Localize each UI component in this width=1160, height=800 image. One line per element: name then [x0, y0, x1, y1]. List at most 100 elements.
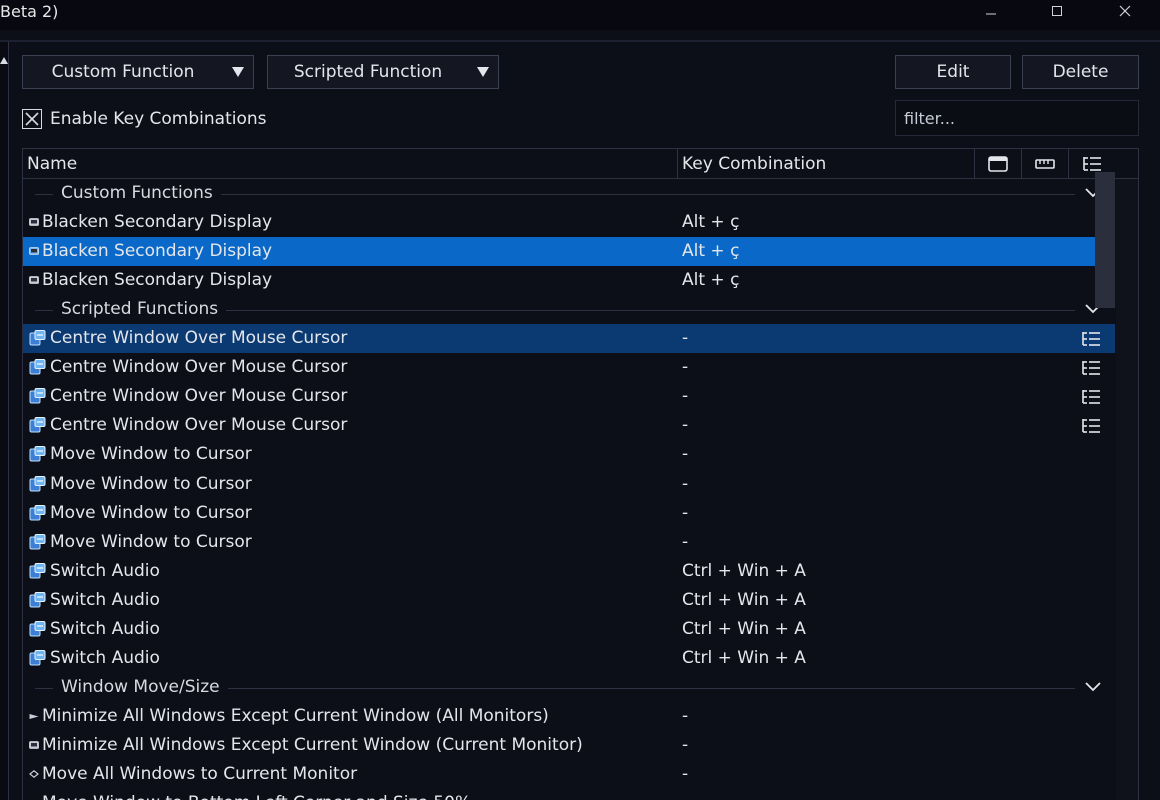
- delete-button[interactable]: Delete: [1022, 55, 1139, 89]
- table-row[interactable]: Minimize All Windows Except Current Wind…: [23, 702, 1115, 731]
- table-row[interactable]: Switch Audio Ctrl + Win + A: [23, 644, 1115, 673]
- display-icon: [29, 247, 39, 255]
- check-x-icon: [25, 112, 39, 126]
- table-row[interactable]: Centre Window Over Mouse Cursor -: [23, 324, 1115, 354]
- function-name: Centre Window Over Mouse Cursor: [50, 357, 348, 378]
- list-tree-icon[interactable]: [1081, 388, 1101, 406]
- group-divider: [35, 310, 53, 312]
- table-row[interactable]: Move Window to Bottom Left Corner and Si…: [23, 789, 1115, 800]
- chevron-down-icon: [223, 67, 253, 77]
- filter-input[interactable]: [895, 100, 1139, 136]
- function-name: Move All Windows to Current Monitor: [42, 764, 358, 784]
- column-header-key-combination[interactable]: Key Combination: [682, 149, 826, 179]
- window-title: Beta 2): [0, 2, 59, 21]
- maximize-button[interactable]: [1034, 0, 1080, 22]
- script-icon: [29, 620, 46, 637]
- table-row[interactable]: Minimize All Windows Except Current Wind…: [23, 731, 1115, 760]
- group-label: Custom Functions: [61, 183, 213, 203]
- key-combination: Alt + ç: [682, 212, 740, 233]
- script-icon: [29, 475, 46, 491]
- key-combination: -: [682, 415, 689, 436]
- key-combination: -: [682, 473, 689, 494]
- function-name: Centre Window Over Mouse Cursor: [50, 415, 348, 436]
- group-divider: [35, 687, 53, 689]
- custom-function-dropdown[interactable]: Custom Function: [22, 55, 254, 89]
- close-button[interactable]: [1102, 0, 1148, 22]
- table-row[interactable]: Blacken Secondary Display Alt + ç: [23, 208, 1115, 237]
- move-icon: [29, 770, 39, 778]
- column-header-name[interactable]: Name: [27, 149, 77, 179]
- ruler-icon: [1035, 159, 1055, 169]
- table-row[interactable]: Blacken Secondary Display Alt + ç: [23, 266, 1115, 295]
- table-row[interactable]: Switch Audio Ctrl + Win + A: [23, 557, 1115, 586]
- window-column-button[interactable]: [975, 149, 1021, 179]
- group-header[interactable]: Scripted Functions: [23, 295, 1115, 324]
- table-row[interactable]: Switch Audio Ctrl + Win + A: [23, 615, 1115, 644]
- enable-key-combinations-checkbox[interactable]: [22, 109, 42, 129]
- table-row[interactable]: Switch Audio Ctrl + Win + A: [23, 586, 1115, 615]
- scrollbar-thumb[interactable]: [1095, 172, 1115, 308]
- function-name: Minimize All Windows Except Current Wind…: [42, 705, 549, 726]
- script-icon: [29, 359, 46, 375]
- title-bar: Beta 2): [0, 0, 1160, 30]
- function-name: Move Window to Bottom Left Corner and Si…: [42, 789, 471, 800]
- functions-table: Name Key Combination Custom Functions Bla…: [22, 148, 1139, 800]
- minimize-button[interactable]: [968, 0, 1014, 22]
- key-combination: -: [682, 444, 689, 465]
- scripted-function-dropdown[interactable]: Scripted Function: [267, 55, 499, 89]
- chevron-down-icon[interactable]: [1085, 681, 1101, 693]
- script-icon: [29, 330, 46, 346]
- key-combination: -: [682, 328, 689, 349]
- table-row[interactable]: Centre Window Over Mouse Cursor -: [23, 382, 1115, 411]
- function-name: Move Window to Cursor: [50, 531, 252, 552]
- enable-key-combinations-option[interactable]: Enable Key Combinations: [22, 106, 267, 132]
- titlebar-divider: [0, 40, 1160, 42]
- table-row[interactable]: Centre Window Over Mouse Cursor -: [23, 411, 1115, 440]
- group-header[interactable]: Window Move/Size: [23, 673, 1115, 702]
- custom-function-dropdown-label: Custom Function: [51, 62, 195, 82]
- function-name: Centre Window Over Mouse Cursor: [50, 328, 348, 349]
- script-icon: [29, 446, 46, 462]
- left-pane-edge: [0, 42, 9, 800]
- list-tree-icon[interactable]: [1081, 359, 1101, 377]
- vertical-scrollbar[interactable]: [1116, 179, 1138, 800]
- table-row[interactable]: Blacken Secondary Display Alt + ç: [23, 237, 1115, 267]
- key-combination: Alt + ç: [682, 241, 740, 262]
- list-tree-icon[interactable]: [1081, 330, 1101, 348]
- key-combination: Alt + ç: [682, 270, 740, 291]
- close-icon: [1119, 5, 1131, 17]
- key-combination: -: [682, 764, 689, 784]
- table-row[interactable]: Move Window to Cursor -: [23, 528, 1115, 557]
- table-row[interactable]: Move Window to Cursor -: [23, 499, 1115, 528]
- display-icon: [29, 741, 39, 749]
- table-row[interactable]: Centre Window Over Mouse Cursor -: [23, 353, 1115, 382]
- function-name: Minimize All Windows Except Current Wind…: [42, 734, 583, 755]
- function-name: Centre Window Over Mouse Cursor: [50, 386, 348, 407]
- function-name: Blacken Secondary Display: [42, 270, 273, 291]
- edit-button[interactable]: Edit: [895, 55, 1011, 89]
- table-row[interactable]: Move Window to Cursor -: [23, 440, 1115, 469]
- function-name: Move Window to Cursor: [50, 473, 252, 494]
- table-row[interactable]: Move All Windows to Current Monitor -: [23, 760, 1115, 789]
- size-column-button[interactable]: [1022, 149, 1068, 179]
- group-divider: [226, 310, 1075, 312]
- script-icon: [29, 562, 46, 579]
- minimize-icon: [986, 13, 996, 15]
- script-icon: [29, 417, 46, 433]
- script-icon: [29, 388, 46, 404]
- group-divider: [220, 194, 1075, 195]
- column-divider[interactable]: [677, 149, 678, 179]
- key-combination: Ctrl + Win + A: [682, 647, 806, 668]
- minimize-icon: [29, 713, 39, 719]
- group-label: Window Move/Size: [61, 676, 220, 697]
- function-name: Switch Audio: [50, 647, 160, 668]
- list-tree-icon[interactable]: [1081, 417, 1101, 435]
- key-combination: Ctrl + Win + A: [682, 560, 806, 581]
- table-row[interactable]: Move Window to Cursor -: [23, 470, 1115, 499]
- function-name: Switch Audio: [50, 589, 160, 610]
- function-name: Move Window to Cursor: [50, 502, 252, 523]
- function-name: Move Window to Cursor: [50, 444, 252, 465]
- group-header[interactable]: Custom Functions: [23, 179, 1115, 208]
- key-combination: -: [682, 531, 689, 552]
- scroll-up-arrow-icon[interactable]: [0, 56, 8, 64]
